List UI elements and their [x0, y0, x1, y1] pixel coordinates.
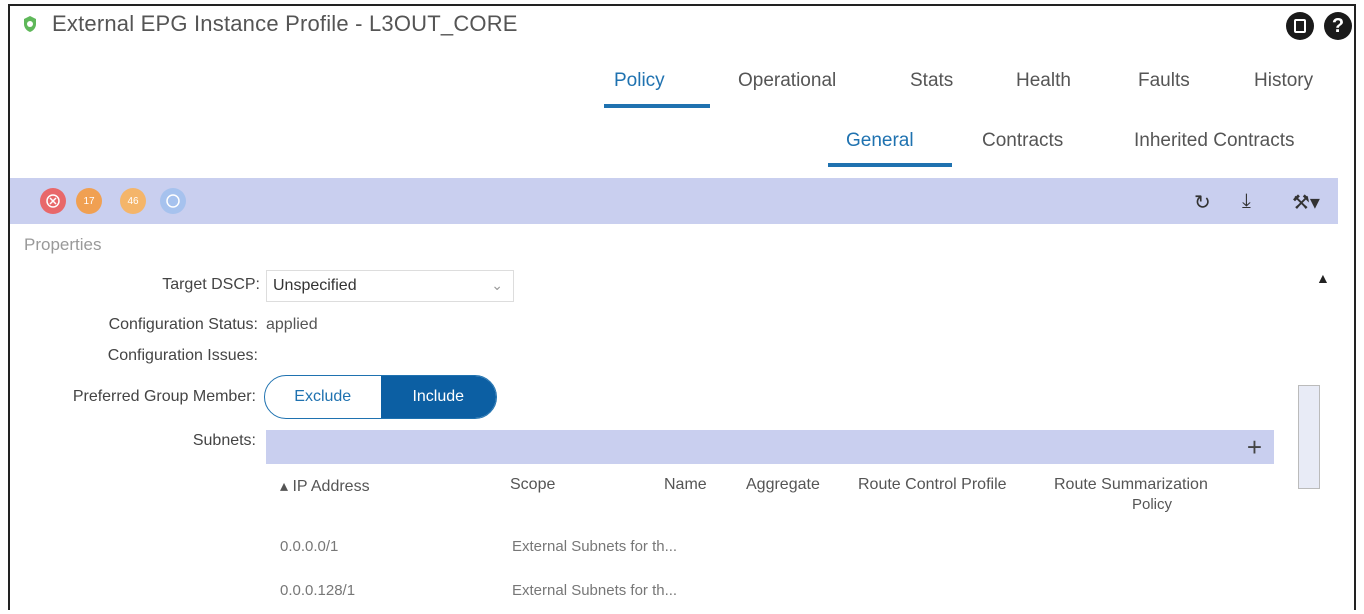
- config-status-label: Configuration Status:: [108, 316, 258, 333]
- table-row-scope[interactable]: External Subnets for th...: [512, 582, 677, 599]
- exclude-option[interactable]: Exclude: [265, 376, 381, 418]
- refresh-icon[interactable]: ↻: [1194, 190, 1211, 215]
- tools-icon[interactable]: ⚒▾: [1292, 190, 1320, 215]
- col-name[interactable]: Name: [664, 476, 707, 494]
- info-badge[interactable]: [160, 188, 186, 214]
- table-row-scope[interactable]: External Subnets for th...: [512, 538, 677, 555]
- subtab-inherited-contracts[interactable]: Inherited Contracts: [1134, 130, 1295, 152]
- subtab-general[interactable]: General: [846, 130, 914, 152]
- table-row-ip[interactable]: 0.0.0.128/1: [280, 582, 355, 599]
- col-ip-address[interactable]: ▴ IP Address: [280, 476, 370, 496]
- col-route-summarization-policy: Policy: [1132, 496, 1173, 513]
- tab-operational[interactable]: Operational: [738, 70, 836, 92]
- book-icon[interactable]: [1286, 12, 1314, 40]
- collapse-icon[interactable]: ▲: [1316, 270, 1330, 286]
- window-frame: [8, 4, 1356, 610]
- tab-faults[interactable]: Faults: [1138, 70, 1190, 92]
- subnets-toolbar: +: [266, 430, 1274, 464]
- toolbar: 17 46 ↻ ⤓ ⚒▾: [10, 178, 1338, 224]
- tab-history[interactable]: History: [1254, 70, 1313, 92]
- title-bar: External EPG Instance Profile - L3OUT_CO…: [22, 8, 518, 40]
- col-route-control-profile[interactable]: Route Control Profile: [858, 476, 1007, 494]
- col-scope[interactable]: Scope: [510, 476, 555, 494]
- minor-badge[interactable]: 46: [120, 188, 146, 214]
- critical-badge[interactable]: [40, 188, 66, 214]
- window-title: External EPG Instance Profile - L3OUT_CO…: [52, 11, 518, 36]
- target-dscp-label: Target DSCP:: [162, 276, 260, 293]
- subtab-contracts[interactable]: Contracts: [982, 130, 1063, 152]
- chevron-down-icon: ⌄: [491, 277, 503, 293]
- preferred-group-toggle[interactable]: Exclude Include: [264, 375, 497, 419]
- subnets-label: Subnets:: [192, 432, 256, 449]
- tab-health[interactable]: Health: [1016, 70, 1071, 92]
- tab-policy[interactable]: Policy: [614, 70, 665, 92]
- help-icon[interactable]: ?: [1324, 12, 1352, 40]
- download-icon[interactable]: ⤓: [1242, 190, 1251, 213]
- shield-icon: [24, 16, 36, 32]
- tab-policy-underline: [604, 104, 710, 108]
- tab-stats[interactable]: Stats: [910, 70, 953, 92]
- table-row-ip[interactable]: 0.0.0.0/1: [280, 538, 338, 555]
- target-dscp-select[interactable]: Unspecified ⌄: [266, 270, 514, 302]
- target-dscp-value: Unspecified: [273, 277, 357, 294]
- config-status-value: applied: [266, 316, 318, 333]
- scrollbar[interactable]: [1298, 385, 1320, 489]
- add-icon[interactable]: +: [1247, 432, 1262, 463]
- major-badge[interactable]: 17: [76, 188, 102, 214]
- subtab-general-underline: [828, 163, 952, 167]
- properties-heading: Properties: [24, 235, 102, 254]
- preferred-group-label: Preferred Group Member:: [72, 388, 256, 405]
- col-route-summarization[interactable]: Route Summarization: [1054, 476, 1208, 494]
- config-issues-label: Configuration Issues:: [107, 347, 258, 364]
- col-aggregate[interactable]: Aggregate: [746, 476, 820, 494]
- include-option[interactable]: Include: [380, 376, 496, 418]
